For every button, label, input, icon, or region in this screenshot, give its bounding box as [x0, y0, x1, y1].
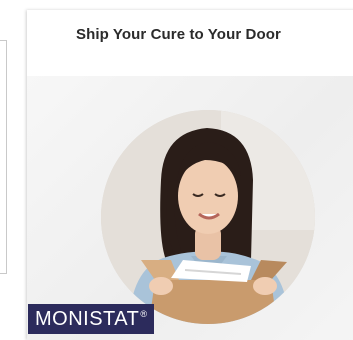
photo-area: [27, 76, 353, 340]
photo-illustration: [101, 110, 315, 324]
monistat-logo[interactable]: MONISTAT ®: [28, 304, 154, 334]
registered-mark: ®: [140, 309, 147, 319]
card-title: Ship Your Cure to Your Door: [76, 26, 281, 43]
promo-card[interactable]: Ship Your Cure to Your Door: [27, 10, 353, 340]
side-panel-edge: [0, 40, 7, 274]
brand-name: MONISTAT: [34, 307, 140, 330]
woman-with-package-photo: [101, 110, 315, 324]
card-header: Ship Your Cure to Your Door: [27, 10, 353, 76]
